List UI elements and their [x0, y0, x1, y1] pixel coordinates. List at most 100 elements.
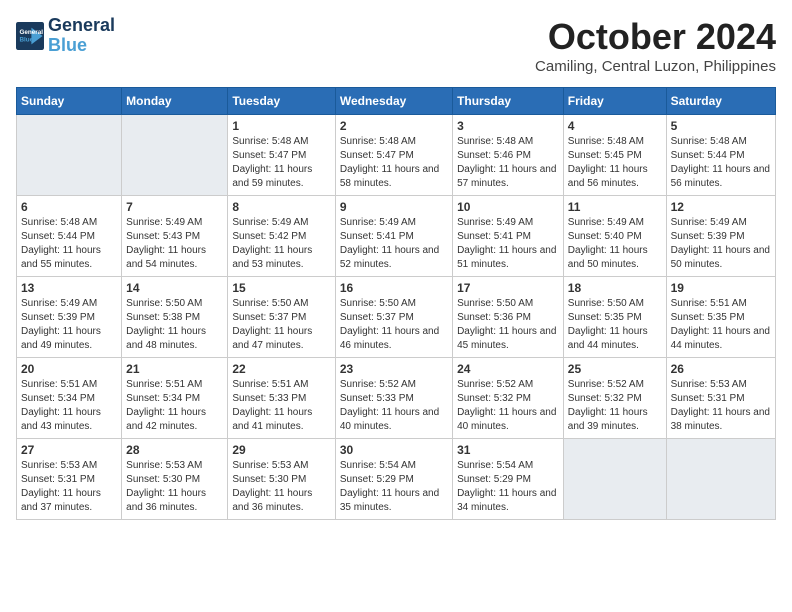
day-number: 19 [671, 281, 771, 295]
day-number: 29 [232, 443, 330, 457]
sunset-label: Sunset: 5:32 PM [457, 393, 531, 404]
sunrise-label: Sunrise: 5:49 AM [126, 217, 202, 228]
day-number: 22 [232, 362, 330, 376]
sunrise-label: Sunrise: 5:53 AM [21, 460, 97, 471]
sunset-label: Sunset: 5:39 PM [21, 312, 95, 323]
sunrise-label: Sunrise: 5:53 AM [232, 460, 308, 471]
week-row-5: 27 Sunrise: 5:53 AMSunset: 5:31 PMDayligh… [17, 439, 776, 520]
sunrise-label: Sunrise: 5:48 AM [340, 136, 416, 147]
day-cell: 10Sunrise: 5:49 AMSunset: 5:41 PMDayligh… [453, 196, 564, 277]
daylight-label: Daylight: 11 hours and 38 minutes. [671, 407, 770, 432]
col-header-sunday: Sunday [17, 88, 122, 115]
sunrise-label: Sunrise: 5:48 AM [21, 217, 97, 228]
day-info: Sunrise: 5:49 AMSunset: 5:43 PMDaylight:… [126, 216, 223, 272]
sunrise-label: Sunrise: 5:54 AM [340, 460, 416, 471]
sunset-label: Sunset: 5:36 PM [457, 312, 531, 323]
sunset-label: Sunset: 5:35 PM [671, 312, 745, 323]
day-number: 17 [457, 281, 559, 295]
day-info: Sunrise: 5:50 AMSunset: 5:37 PMDaylight:… [232, 297, 330, 353]
day-cell [122, 115, 228, 196]
daylight-label: Daylight: 11 hours and 54 minutes. [126, 245, 206, 270]
col-header-friday: Friday [563, 88, 666, 115]
day-info: Sunrise: 5:48 AMSunset: 5:44 PMDaylight:… [671, 135, 771, 191]
day-number: 1 [232, 119, 330, 133]
day-number: 14 [126, 281, 223, 295]
sunset-label: Sunset: 5:41 PM [457, 231, 531, 242]
day-cell: 20Sunrise: 5:51 AMSunset: 5:34 PMDayligh… [17, 358, 122, 439]
day-cell: 12Sunrise: 5:49 AMSunset: 5:39 PMDayligh… [666, 196, 775, 277]
sunset-label: Sunset: 5:44 PM [21, 231, 95, 242]
day-info: Sunrise: 5:52 AMSunset: 5:33 PMDaylight:… [340, 378, 448, 434]
day-number: 20 [21, 362, 117, 376]
col-header-monday: Monday [122, 88, 228, 115]
day-cell: 18Sunrise: 5:50 AMSunset: 5:35 PMDayligh… [563, 277, 666, 358]
day-info: Sunrise: 5:48 AMSunset: 5:46 PMDaylight:… [457, 135, 559, 191]
daylight-label: Daylight: 11 hours and 58 minutes. [340, 164, 439, 189]
daylight-label: Daylight: 11 hours and 44 minutes. [671, 326, 770, 351]
day-info: Sunrise: 5:52 AMSunset: 5:32 PMDaylight:… [568, 378, 662, 434]
daylight-label: Daylight: 11 hours and 42 minutes. [126, 407, 206, 432]
day-cell: 28Sunrise: 5:53 AMSunset: 5:30 PMDayligh… [122, 439, 228, 520]
header-row: SundayMondayTuesdayWednesdayThursdayFrid… [17, 88, 776, 115]
day-info: Sunrise: 5:54 AM Sunset: 5:29 PM Daylight:… [457, 459, 559, 515]
daylight-label: Daylight: 11 hours and 49 minutes. [21, 326, 101, 351]
sunrise-label: Sunrise: 5:52 AM [457, 379, 533, 390]
svg-text:Blue: Blue [20, 36, 34, 43]
sunrise-label: Sunrise: 5:50 AM [457, 298, 533, 309]
daylight-label: Daylight: 11 hours and 41 minutes. [232, 407, 312, 432]
day-number: 3 [457, 119, 559, 133]
sunrise-label: Sunrise: 5:49 AM [21, 298, 97, 309]
daylight-label: Daylight: 11 hours and 34 minutes. [457, 488, 556, 513]
day-cell: 11 Sunrise: 5:49 AMSunset: 5:40 PMDayligh… [563, 196, 666, 277]
sunset-label: Sunset: 5:37 PM [232, 312, 306, 323]
sunset-label: Sunset: 5:47 PM [340, 150, 414, 161]
day-number: 2 [340, 119, 448, 133]
day-cell: 21Sunrise: 5:51 AMSunset: 5:34 PMDayligh… [122, 358, 228, 439]
day-info: Sunrise: 5:52 AMSunset: 5:32 PMDaylight:… [457, 378, 559, 434]
day-cell: 26Sunrise: 5:53 AMSunset: 5:31 PMDayligh… [666, 358, 775, 439]
day-info: Sunrise: 5:48 AMSunset: 5:47 PMDaylight:… [232, 135, 330, 191]
sunset-label: Sunset: 5:47 PM [232, 150, 306, 161]
sunset-label: Sunset: 5:34 PM [21, 393, 95, 404]
day-number: 7 [126, 200, 223, 214]
day-cell: 23Sunrise: 5:52 AMSunset: 5:33 PMDayligh… [335, 358, 452, 439]
day-cell: 15Sunrise: 5:50 AMSunset: 5:37 PMDayligh… [228, 277, 335, 358]
day-info: Sunrise: 5:51 AMSunset: 5:35 PMDaylight:… [671, 297, 771, 353]
day-number: 13 [21, 281, 117, 295]
daylight-label: Daylight: 11 hours and 39 minutes. [568, 407, 648, 432]
sunrise-label: Sunrise: 5:50 AM [340, 298, 416, 309]
sunset-label: Sunset: 5:39 PM [671, 231, 745, 242]
day-number: 26 [671, 362, 771, 376]
sunset-label: Sunset: 5:29 PM [457, 474, 531, 485]
sunrise-label: Sunrise: 5:49 AM [568, 217, 644, 228]
col-header-saturday: Saturday [666, 88, 775, 115]
day-number: 6 [21, 200, 117, 214]
title-area: October 2024 Camiling, Central Luzon, Ph… [535, 16, 776, 75]
day-cell: 6Sunrise: 5:48 AMSunset: 5:44 PMDaylight… [17, 196, 122, 277]
day-cell: 31Sunrise: 5:54 AMSunset: 5:29 PMDayligh… [453, 439, 564, 520]
day-info: Sunrise: 5:49 AMSunset: 5:40 PMDaylight:… [568, 216, 662, 272]
week-row-2: 6 Sunrise: 5:48 AM Sunset: 5:44 PM Daylight… [17, 196, 776, 277]
day-cell: 27 Sunrise: 5:53 AMSunset: 5:31 PMDayligh… [17, 439, 122, 520]
col-header-thursday: Thursday [453, 88, 564, 115]
day-info: Sunrise: 5:53 AMSunset: 5:31 PMDaylight:… [21, 459, 117, 515]
day-info: Sunrise: 5:48 AMSunset: 5:44 PMDaylight:… [21, 216, 117, 272]
day-cell: 4Sunrise: 5:48 AMSunset: 5:45 PMDaylight… [563, 115, 666, 196]
daylight-label: Daylight: 11 hours and 50 minutes. [671, 245, 770, 270]
sunrise-label: Sunrise: 5:50 AM [232, 298, 308, 309]
day-number: 27 [21, 443, 117, 457]
day-info: Sunrise: 5:48 AMSunset: 5:45 PMDaylight:… [568, 135, 662, 191]
day-info: Sunrise: 5:50 AMSunset: 5:36 PMDaylight:… [457, 297, 559, 353]
logo-text: General Blue [48, 16, 115, 56]
sunrise-label: Sunrise: 5:52 AM [340, 379, 416, 390]
day-number: 21 [126, 362, 223, 376]
daylight-label: Daylight: 11 hours and 50 minutes. [568, 245, 648, 270]
sunrise-label: Sunrise: 5:54 AM [457, 460, 533, 471]
sunrise-label: Sunrise: 5:50 AM [126, 298, 202, 309]
day-cell: 14Sunrise: 5:50 AMSunset: 5:38 PMDayligh… [122, 277, 228, 358]
sunrise-label: Sunrise: 5:53 AM [671, 379, 747, 390]
day-info: Sunrise: 5:53 AMSunset: 5:30 PMDaylight:… [126, 459, 223, 515]
day-number: 15 [232, 281, 330, 295]
day-number: 11 [568, 200, 662, 214]
calendar-table: SundayMondayTuesdayWednesdayThursdayFrid… [16, 87, 776, 520]
